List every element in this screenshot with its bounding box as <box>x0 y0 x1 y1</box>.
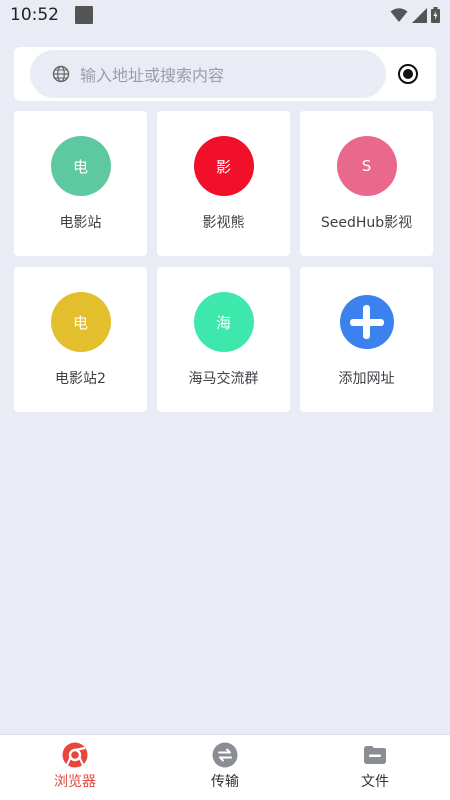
nav-label: 浏览器 <box>54 774 96 790</box>
bottom-nav: 浏览器 传输 文件 <box>0 734 450 800</box>
status-bar: 10:52 <box>0 0 450 30</box>
tile-avatar-icon: 电 <box>50 136 111 196</box>
transfer-icon <box>212 742 238 768</box>
nav-item-files[interactable]: 文件 <box>300 735 450 800</box>
shortcut-tile-dianyingzhan2[interactable]: 电 电影站2 <box>14 267 147 412</box>
browser-icon <box>62 742 88 768</box>
tile-avatar-icon: S <box>336 136 397 196</box>
tile-label: SeedHub影视 <box>320 215 413 231</box>
tile-avatar-icon: 影 <box>193 136 254 196</box>
status-icons <box>390 7 440 23</box>
record-icon[interactable] <box>398 64 418 84</box>
notification-square-icon <box>75 6 93 24</box>
folder-icon <box>364 746 386 764</box>
search-input[interactable]: 输入地址或搜索内容 <box>30 50 386 98</box>
tile-avatar-icon: 海 <box>193 292 254 352</box>
plus-circle-icon <box>339 295 394 349</box>
tile-label: 电影站 <box>59 215 102 231</box>
shortcut-tile-dianyingzhan[interactable]: 电 电影站 <box>14 111 147 256</box>
tile-label: 影视熊 <box>202 215 245 231</box>
shortcut-tile-yingshixiong[interactable]: 影 影视熊 <box>157 111 290 256</box>
search-placeholder: 输入地址或搜索内容 <box>80 66 225 85</box>
tile-label: 添加网址 <box>338 371 395 387</box>
nav-label: 文件 <box>361 774 389 790</box>
search-card: 输入地址或搜索内容 <box>14 47 436 101</box>
tile-label: 电影站2 <box>55 371 106 387</box>
add-url-tile[interactable]: 添加网址 <box>300 267 433 412</box>
tile-avatar-icon: 电 <box>50 292 111 352</box>
nav-label: 传输 <box>211 774 239 790</box>
status-time: 10:52 <box>10 5 59 25</box>
tile-label: 海马交流群 <box>188 371 259 387</box>
shortcut-tile-seedhub[interactable]: S SeedHub影视 <box>300 111 433 256</box>
globe-icon <box>52 65 70 83</box>
shortcut-tile-haima[interactable]: 海 海马交流群 <box>157 267 290 412</box>
nav-item-transfer[interactable]: 传输 <box>150 735 300 800</box>
wifi-icon <box>390 8 408 22</box>
signal-icon <box>412 7 427 23</box>
nav-item-browser[interactable]: 浏览器 <box>0 735 150 800</box>
battery-icon <box>431 7 440 23</box>
